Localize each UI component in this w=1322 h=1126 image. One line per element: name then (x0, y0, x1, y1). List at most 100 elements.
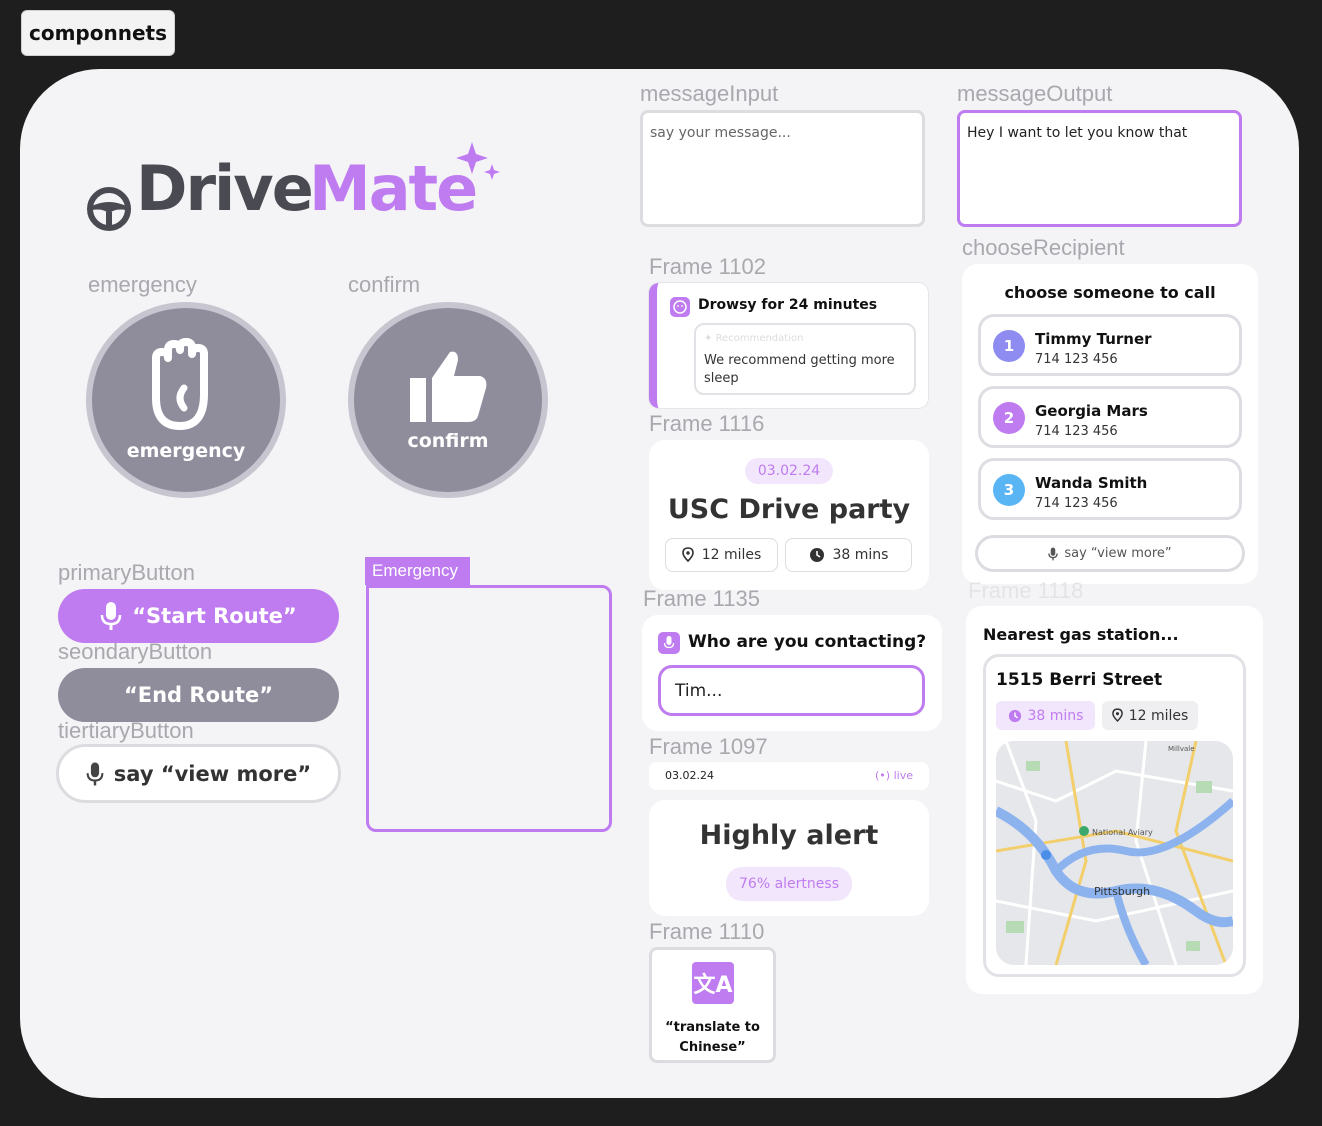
label-frame-1110: Frame 1110 (649, 919, 765, 944)
label-tertiary: tiertiaryButton (58, 718, 194, 743)
hand-icon (152, 338, 208, 430)
label-frame-1116: Frame 1116 (649, 411, 765, 436)
map-view[interactable]: National Aviary Pittsburgh Millvale (996, 741, 1233, 965)
message-output: Hey I want to let you know that (957, 110, 1242, 227)
alertness-badge: 76% alertness (726, 867, 852, 901)
emergency-frame (366, 585, 612, 832)
gas-street: 1515 Berri Street (996, 670, 1163, 690)
drowsy-title: Drowsy for 24 minutes (698, 297, 878, 313)
map-poi-label: National Aviary (1092, 828, 1153, 837)
contact-number-badge: 1 (993, 330, 1025, 362)
face-icon (670, 297, 690, 317)
sparkle-icon (454, 140, 502, 188)
event-distance-chip: 12 miles (665, 538, 778, 572)
contact-card[interactable]: 2 Georgia Mars 714 123 456 (978, 386, 1242, 448)
alert-title: Highly alert (699, 820, 879, 851)
secondary-button[interactable]: “End Route” (58, 668, 339, 722)
live-bar-date: 03.02.24 (665, 769, 714, 782)
primary-button-label: “Start Route” (132, 604, 297, 628)
confirm-button-label: confirm (407, 430, 489, 452)
translate-icon: 文A (692, 962, 734, 1004)
gas-duration: 38 mins (1027, 707, 1084, 724)
contacting-question: Who are you contacting? (688, 632, 927, 652)
contact-card[interactable]: 1 Timmy Turner 714 123 456 (978, 314, 1242, 376)
drowsy-card: Drowsy for 24 minutes ✦ Recommendation W… (649, 283, 928, 408)
emergency-button[interactable]: emergency (86, 302, 286, 498)
mic-icon (101, 602, 122, 630)
mic-icon (1048, 547, 1059, 560)
contact-phone: 714 123 456 (1035, 496, 1118, 511)
contact-name: Georgia Mars (1035, 402, 1148, 420)
live-bar: 03.02.24 (•) live (649, 762, 929, 790)
label-message-input: messageInput (640, 81, 779, 106)
label-secondary: seondaryButton (58, 639, 213, 664)
steering-wheel-icon (86, 186, 132, 232)
mic-icon (658, 632, 680, 654)
tertiary-button-label: say “view more” (113, 761, 312, 786)
view-more-button[interactable]: say “view more” (975, 535, 1245, 572)
clock-icon (809, 548, 824, 562)
clock-icon (1008, 709, 1021, 722)
gas-detail-card: 1515 Berri Street 38 mins 12 miles Natio… (983, 654, 1246, 977)
tertiary-button[interactable]: say “view more” (56, 744, 341, 803)
label-confirm: confirm (348, 272, 421, 297)
contact-phone: 714 123 456 (1035, 352, 1118, 367)
translate-button[interactable]: 文A “translate to Chinese” (649, 947, 776, 1063)
contact-number-badge: 2 (993, 402, 1025, 434)
label-primary: primaryButton (58, 560, 195, 585)
map-city-label: Pittsburgh (1094, 885, 1150, 898)
thumbs-up-icon (410, 351, 487, 422)
message-input[interactable]: say your message... (640, 110, 925, 227)
location-pin-icon (1111, 708, 1123, 723)
event-duration: 38 mins (832, 547, 889, 563)
recommendation-text: We recommend getting more sleep (704, 353, 895, 386)
translate-label: “translate to Chinese” (665, 1020, 760, 1055)
recommendation-label-text: Recommendation (715, 333, 804, 344)
gas-duration-badge: 38 mins (996, 701, 1095, 730)
recommendation-box: ✦ Recommendation We recommend getting mo… (694, 323, 916, 395)
logo-drive: Drive (136, 152, 314, 225)
contact-card[interactable]: 3 Wanda Smith 714 123 456 (978, 458, 1242, 520)
label-frame-1097: Frame 1097 (649, 734, 768, 759)
gas-title: Nearest gas station... (983, 625, 1179, 644)
message-output-text: Hey I want to let you know that (967, 125, 1188, 141)
page-tag: componnets (21, 10, 175, 56)
message-input-placeholder: say your message... (650, 125, 791, 141)
event-date-badge: 03.02.24 (745, 458, 833, 484)
confirm-button[interactable]: confirm (348, 302, 548, 498)
event-distance: 12 miles (701, 547, 762, 563)
live-bar-status: (•) live (875, 769, 913, 782)
map-graphic: National Aviary Pittsburgh Millvale (996, 741, 1233, 965)
view-more-label: say “view more” (1064, 546, 1172, 561)
contacting-input[interactable]: Tim... (658, 665, 925, 716)
gas-distance-badge: 12 miles (1102, 701, 1198, 730)
live-bar-status-text: live (893, 769, 913, 782)
gas-distance: 12 miles (1128, 707, 1189, 724)
contacting-card: Who are you contacting? Tim... (642, 615, 942, 731)
primary-button[interactable]: “Start Route” (58, 589, 339, 643)
event-title: USC Drive party (667, 494, 911, 525)
event-card: 03.02.24 USC Drive party 12 miles 38 min… (649, 440, 929, 590)
broadcast-icon: (•) (875, 769, 891, 782)
label-frame-1135: Frame 1135 (643, 586, 760, 611)
label-frame-hidden: Frame 1118 (968, 578, 1084, 603)
map-area-label: Millvale (1168, 745, 1195, 753)
label-choose-recipient: chooseRecipient (962, 235, 1125, 260)
label-emergency: emergency (88, 272, 197, 297)
secondary-button-label: “End Route” (123, 683, 274, 707)
alert-card: Highly alert 76% alertness (649, 800, 929, 916)
label-frame-1102: Frame 1102 (649, 254, 766, 279)
contact-phone: 714 123 456 (1035, 424, 1118, 439)
contacting-input-value: Tim... (675, 680, 723, 701)
contact-name: Timmy Turner (1035, 330, 1152, 348)
emergency-frame-tab: Emergency (365, 557, 470, 585)
contact-name: Wanda Smith (1035, 474, 1148, 492)
recipient-title: choose someone to call (1004, 283, 1216, 302)
location-pin-icon (681, 547, 694, 563)
mic-icon (86, 762, 104, 785)
recommendation-label: ✦ Recommendation (704, 333, 804, 344)
emergency-button-label: emergency (126, 440, 246, 462)
logo-mate: Mate (309, 152, 478, 225)
label-message-output: messageOutput (957, 81, 1113, 106)
contact-number-badge: 3 (993, 474, 1025, 506)
